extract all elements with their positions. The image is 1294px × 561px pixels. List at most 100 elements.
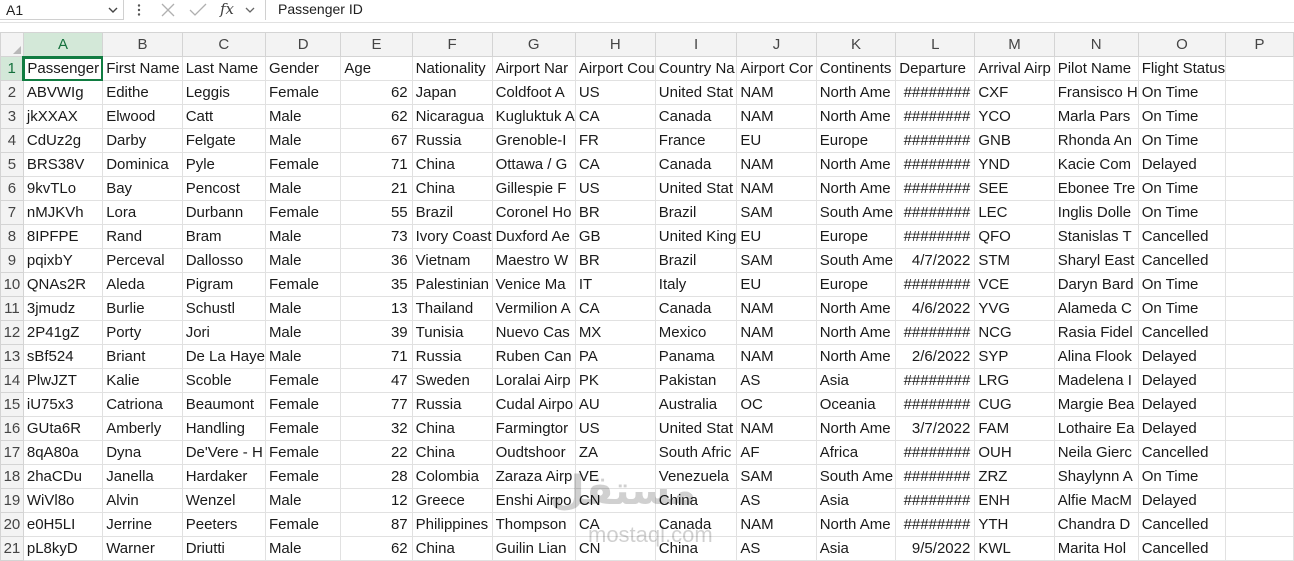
cell-n11[interactable]: Alameda C	[1053, 296, 1139, 321]
name-box[interactable]: A1	[0, 0, 124, 20]
cell-g17[interactable]: Oudtshoor	[491, 440, 576, 465]
cell-g16[interactable]: Farmingtor	[491, 416, 576, 441]
cell-b1[interactable]: First Name	[102, 56, 183, 81]
cell-l8[interactable]: ########	[895, 224, 976, 249]
cell-p1[interactable]	[1225, 56, 1294, 81]
cell-o2[interactable]: On Time	[1137, 80, 1227, 105]
cell-n4[interactable]: Rhonda An	[1053, 128, 1139, 153]
chevron-down-icon[interactable]	[244, 4, 256, 16]
cell-c15[interactable]: Beaumont	[181, 392, 266, 417]
cell-e5[interactable]: 71	[340, 152, 413, 177]
cell-n9[interactable]: Sharyl East	[1053, 248, 1139, 273]
more-options-icon[interactable]	[136, 3, 142, 17]
cell-b4[interactable]: Darby	[102, 128, 183, 153]
cell-n13[interactable]: Alina Flook	[1053, 344, 1139, 369]
cell-d5[interactable]: Female	[264, 152, 342, 177]
cell-a9[interactable]: pqixbY	[22, 248, 104, 273]
cell-g1[interactable]: Airport Nar	[491, 56, 576, 81]
cell-m15[interactable]: CUG	[974, 392, 1055, 417]
cell-p10[interactable]	[1225, 272, 1294, 297]
cell-c13[interactable]: De La Haye	[181, 344, 266, 369]
cell-c11[interactable]: Schustl	[181, 296, 266, 321]
cell-l2[interactable]: ########	[895, 80, 976, 105]
cell-p16[interactable]	[1225, 416, 1294, 441]
cell-h3[interactable]: CA	[574, 104, 656, 129]
row-header[interactable]: 3	[0, 104, 24, 129]
cell-o12[interactable]: Cancelled	[1137, 320, 1227, 345]
cell-l20[interactable]: ########	[895, 512, 976, 537]
cell-j20[interactable]: NAM	[736, 512, 817, 537]
cell-c9[interactable]: Dallosso	[181, 248, 266, 273]
cell-i15[interactable]: Australia	[654, 392, 738, 417]
cell-k8[interactable]: Europe	[815, 224, 897, 249]
cell-i3[interactable]: Canada	[654, 104, 738, 129]
cell-e20[interactable]: 87	[340, 512, 413, 537]
cell-h4[interactable]: FR	[574, 128, 656, 153]
cell-a11[interactable]: 3jmudz	[22, 296, 104, 321]
row-header[interactable]: 13	[0, 344, 24, 369]
cell-c5[interactable]: Pyle	[181, 152, 266, 177]
cell-o6[interactable]: On Time	[1137, 176, 1227, 201]
column-header-f[interactable]: F	[411, 32, 493, 57]
cell-p8[interactable]	[1225, 224, 1294, 249]
cell-j4[interactable]: EU	[736, 128, 817, 153]
cell-a12[interactable]: 2P41gZ	[22, 320, 104, 345]
cell-d13[interactable]: Male	[264, 344, 342, 369]
cell-d10[interactable]: Female	[264, 272, 342, 297]
cell-n12[interactable]: Rasia Fidel	[1053, 320, 1139, 345]
cell-e4[interactable]: 67	[340, 128, 413, 153]
cell-b17[interactable]: Dyna	[102, 440, 183, 465]
cell-o17[interactable]: Cancelled	[1137, 440, 1227, 465]
cell-f20[interactable]: Philippines	[411, 512, 493, 537]
cell-p13[interactable]	[1225, 344, 1294, 369]
cell-o7[interactable]: On Time	[1137, 200, 1227, 225]
row-header[interactable]: 20	[0, 512, 24, 537]
cell-l13[interactable]: 2/6/2022	[895, 344, 976, 369]
cell-n17[interactable]: Neila Gierc	[1053, 440, 1139, 465]
cell-h18[interactable]: VE	[574, 464, 656, 489]
cell-m10[interactable]: VCE	[974, 272, 1055, 297]
cell-g12[interactable]: Nuevo Cas	[491, 320, 576, 345]
cell-l10[interactable]: ########	[895, 272, 976, 297]
row-header[interactable]: 12	[0, 320, 24, 345]
cell-f19[interactable]: Greece	[411, 488, 493, 513]
cell-o16[interactable]: Delayed	[1137, 416, 1227, 441]
cell-a10[interactable]: QNAs2R	[22, 272, 104, 297]
cell-f12[interactable]: Tunisia	[411, 320, 493, 345]
cell-e1[interactable]: Age	[340, 56, 413, 81]
cell-e13[interactable]: 71	[340, 344, 413, 369]
cell-h8[interactable]: GB	[574, 224, 656, 249]
cell-f4[interactable]: Russia	[411, 128, 493, 153]
cell-j9[interactable]: SAM	[736, 248, 817, 273]
cell-p20[interactable]	[1225, 512, 1294, 537]
cell-p3[interactable]	[1225, 104, 1294, 129]
cell-m4[interactable]: GNB	[974, 128, 1055, 153]
cell-j18[interactable]: SAM	[736, 464, 817, 489]
cell-p15[interactable]	[1225, 392, 1294, 417]
row-header[interactable]: 14	[0, 368, 24, 393]
row-header[interactable]: 4	[0, 128, 24, 153]
cell-l19[interactable]: ########	[895, 488, 976, 513]
cell-d18[interactable]: Female	[264, 464, 342, 489]
cell-a20[interactable]: e0H5LI	[22, 512, 104, 537]
cell-g2[interactable]: Coldfoot A	[491, 80, 576, 105]
cell-f8[interactable]: Ivory Coast	[411, 224, 493, 249]
cell-b8[interactable]: Rand	[102, 224, 183, 249]
column-header-l[interactable]: L	[895, 32, 976, 57]
cell-c1[interactable]: Last Name	[181, 56, 266, 81]
cell-p9[interactable]	[1225, 248, 1294, 273]
cell-g20[interactable]: Thompson	[491, 512, 576, 537]
cell-b5[interactable]: Dominica	[102, 152, 183, 177]
column-header-m[interactable]: M	[974, 32, 1055, 57]
cell-o10[interactable]: On Time	[1137, 272, 1227, 297]
cell-m19[interactable]: ENH	[974, 488, 1055, 513]
cell-n15[interactable]: Margie Bea	[1053, 392, 1139, 417]
cell-f3[interactable]: Nicaragua	[411, 104, 493, 129]
row-header[interactable]: 1	[0, 56, 25, 81]
cell-p17[interactable]	[1225, 440, 1294, 465]
cell-e11[interactable]: 13	[340, 296, 413, 321]
cell-d14[interactable]: Female	[264, 368, 342, 393]
cell-n8[interactable]: Stanislas T	[1053, 224, 1139, 249]
cell-d3[interactable]: Male	[264, 104, 342, 129]
cell-k19[interactable]: Asia	[815, 488, 897, 513]
